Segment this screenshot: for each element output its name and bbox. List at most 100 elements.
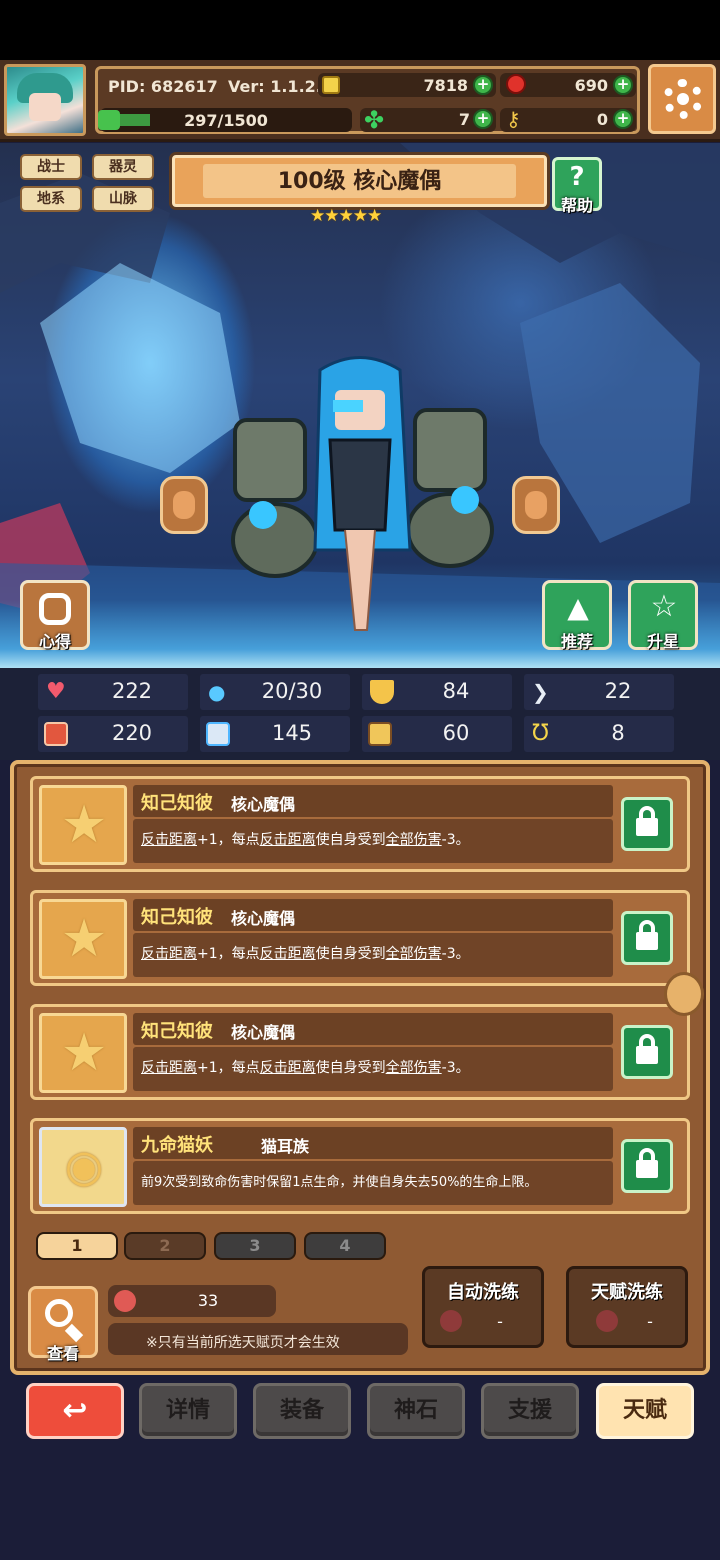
gold-amount: 7818 bbox=[423, 76, 468, 95]
talent-desc: 反击距离+1，每点反击距离使自身受到全部伤害-3。 bbox=[141, 946, 470, 962]
clover-icon: ✤ bbox=[364, 106, 385, 134]
nav-godstone[interactable]: 神石 bbox=[367, 1383, 465, 1439]
fist-icon bbox=[44, 722, 68, 746]
heart-icon: ♥ bbox=[46, 679, 66, 704]
add-gold-button[interactable]: + bbox=[473, 75, 493, 95]
talent-icon-box: ★ bbox=[39, 899, 127, 979]
tag-type: 器灵 bbox=[92, 154, 154, 180]
page-tab-2[interactable]: 2 bbox=[124, 1232, 206, 1260]
nav-support[interactable]: 支援 bbox=[481, 1383, 579, 1439]
talent-star-icon: ★ bbox=[60, 1023, 108, 1083]
scroll-icon bbox=[368, 722, 392, 746]
tag-terrain: 山脉 bbox=[92, 186, 154, 212]
stat-mana-value: 20/30 bbox=[261, 679, 323, 703]
star-rating: ★★★★★ bbox=[310, 206, 382, 226]
talent-name: 九命猫妖 bbox=[141, 1135, 213, 1156]
hero-title: 100级 核心魔偶 bbox=[277, 169, 442, 194]
talent-card-4[interactable]: ◉ 九命猫妖 猫耳族 前9次受到致命伤害时保留1点生命，并使自身失去50%的生命… bbox=[30, 1118, 690, 1214]
shield-icon bbox=[370, 680, 394, 704]
gold-coin-icon bbox=[322, 76, 340, 94]
add-clover-button[interactable]: + bbox=[473, 109, 493, 129]
talent-icon-box: ◉ bbox=[39, 1127, 127, 1207]
back-button[interactable]: ↩ bbox=[26, 1383, 124, 1439]
talent-name: 知己知彼 bbox=[141, 1021, 213, 1042]
talent-owner: 核心魔偶 bbox=[231, 909, 296, 928]
hero-sprite bbox=[231, 356, 494, 631]
wing-icon: ❯ bbox=[532, 680, 549, 704]
next-hero-button[interactable] bbox=[512, 476, 560, 534]
journal-icon bbox=[39, 593, 71, 625]
talent-owner: 核心魔偶 bbox=[231, 1023, 296, 1042]
player-id: PID: 682617 bbox=[108, 77, 218, 96]
red-gem-icon bbox=[506, 74, 526, 94]
gem-amount: 690 bbox=[574, 76, 608, 95]
fruit-icon bbox=[440, 1310, 462, 1332]
search-icon bbox=[45, 1299, 73, 1327]
talent-wash-label: 天赋洗练 bbox=[591, 1282, 663, 1303]
settings-button[interactable] bbox=[648, 64, 716, 134]
tag-class: 战士 bbox=[20, 154, 82, 180]
talent-card-2[interactable]: ★ 知己知彼 核心魔偶 反击距离+1，每点反击距离使自身受到全部伤害-3。 bbox=[30, 890, 690, 986]
back-arrow-icon: ↩ bbox=[62, 1393, 88, 1428]
lock-icon bbox=[636, 818, 658, 836]
horseshoe-icon: Ʊ bbox=[532, 721, 549, 746]
lock-button[interactable] bbox=[621, 1139, 673, 1193]
xinde-label: 心得 bbox=[38, 632, 71, 651]
scroll-handle[interactable] bbox=[664, 972, 704, 1016]
lock-button[interactable] bbox=[621, 911, 673, 965]
page-tab-3[interactable]: 3 bbox=[214, 1232, 296, 1260]
auto-wash-label: 自动洗练 bbox=[447, 1282, 519, 1303]
stat-defense-value: 84 bbox=[442, 679, 470, 703]
stat-attack-value: 220 bbox=[111, 721, 153, 745]
talent-desc: 反击距离+1，每点反击距离使自身受到全部伤害-3。 bbox=[141, 832, 470, 848]
key-amount: 0 bbox=[596, 110, 608, 129]
talent-card-3[interactable]: ★ 知己知彼 核心魔偶 反击距离+1，每点反击距离使自身受到全部伤害-3。 bbox=[30, 1004, 690, 1100]
thumbs-up-icon: ▲ bbox=[567, 591, 589, 624]
talent-star-icon: ★ bbox=[60, 909, 108, 969]
upgrade-star-label: 升星 bbox=[646, 632, 679, 651]
book-icon bbox=[206, 722, 230, 746]
notice-text: ※只有当前所选天赋页才会生效 bbox=[146, 1335, 340, 1351]
cat-icon: ◉ bbox=[64, 1141, 104, 1192]
clover-amount: 7 bbox=[458, 110, 470, 129]
stat-magic-value: 145 bbox=[271, 721, 313, 745]
stat-block-value: 60 bbox=[442, 721, 470, 745]
fruit-icon bbox=[114, 1290, 136, 1312]
question-icon: ? bbox=[569, 162, 585, 192]
add-gem-button[interactable]: + bbox=[613, 75, 633, 95]
talent-card-1[interactable]: ★ 知己知彼 核心魔偶 反击距离+1，每点反击距离使自身受到全部伤害-3。 bbox=[30, 776, 690, 872]
nav-details[interactable]: 详情 bbox=[139, 1383, 237, 1439]
energy-value: 297/1500 bbox=[184, 111, 268, 130]
player-avatar[interactable] bbox=[4, 64, 86, 136]
talent-icon-box: ★ bbox=[39, 1013, 127, 1093]
nav-equipment[interactable]: 装备 bbox=[253, 1383, 351, 1439]
talent-desc: 反击距离+1，每点反击距离使自身受到全部伤害-3。 bbox=[141, 1060, 470, 1076]
page-tab-4[interactable]: 4 bbox=[304, 1232, 386, 1260]
lock-icon bbox=[636, 1046, 658, 1064]
lock-icon bbox=[636, 1160, 658, 1178]
stat-speed-value: 22 bbox=[604, 679, 632, 703]
lock-button[interactable] bbox=[621, 1025, 673, 1079]
talent-owner: 猫耳族 bbox=[261, 1137, 310, 1156]
view-label: 查看 bbox=[46, 1344, 79, 1363]
stat-luck-value: 8 bbox=[611, 721, 625, 745]
fruit-icon bbox=[596, 1310, 618, 1332]
page-tab-1[interactable]: 1 bbox=[36, 1232, 118, 1260]
add-key-button[interactable]: + bbox=[613, 109, 633, 129]
lock-icon bbox=[636, 932, 658, 950]
fruit-amount: 33 bbox=[197, 1291, 219, 1310]
talent-desc: 前9次受到致命伤害时保留1点生命，并使自身失去50%的生命上限。 bbox=[141, 1175, 538, 1190]
prev-hero-button[interactable] bbox=[160, 476, 208, 534]
help-label: 帮助 bbox=[560, 196, 593, 215]
talent-name: 知己知彼 bbox=[141, 793, 213, 814]
talent-owner: 核心魔偶 bbox=[231, 795, 296, 814]
nav-talent[interactable]: 天赋 bbox=[596, 1383, 694, 1439]
auto-wash-cost: - bbox=[497, 1312, 503, 1331]
lock-button[interactable] bbox=[621, 797, 673, 851]
gear-icon bbox=[663, 79, 703, 119]
key-icon: ⚷ bbox=[506, 107, 521, 131]
talent-star-icon: ★ bbox=[60, 795, 108, 855]
talent-icon-box: ★ bbox=[39, 785, 127, 865]
recommend-label: 推荐 bbox=[560, 632, 593, 651]
talent-name: 知己知彼 bbox=[141, 907, 213, 928]
